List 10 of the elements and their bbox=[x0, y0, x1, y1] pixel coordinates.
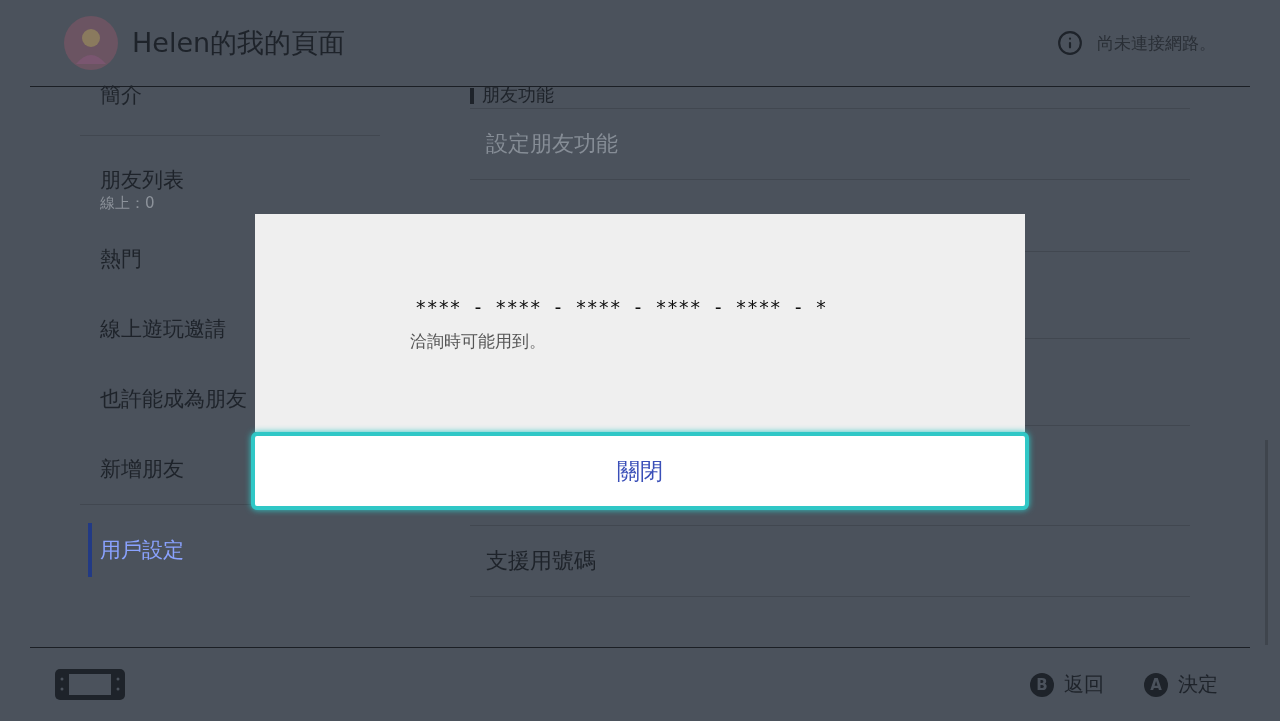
sidebar-label: 用戶設定 bbox=[100, 537, 185, 564]
support-code: **** - **** - **** - **** - **** - * bbox=[415, 296, 827, 318]
console-icon bbox=[55, 669, 125, 700]
sidebar-item[interactable]: 用戶設定 bbox=[80, 515, 380, 585]
avatar-icon bbox=[64, 16, 118, 70]
online-count: 線上：0 bbox=[100, 193, 156, 213]
dialog-note: 洽詢時可能用到。 bbox=[410, 330, 546, 353]
info-icon bbox=[1057, 30, 1083, 56]
close-button[interactable]: 關閉 bbox=[251, 432, 1029, 510]
selection-bar bbox=[88, 523, 92, 577]
